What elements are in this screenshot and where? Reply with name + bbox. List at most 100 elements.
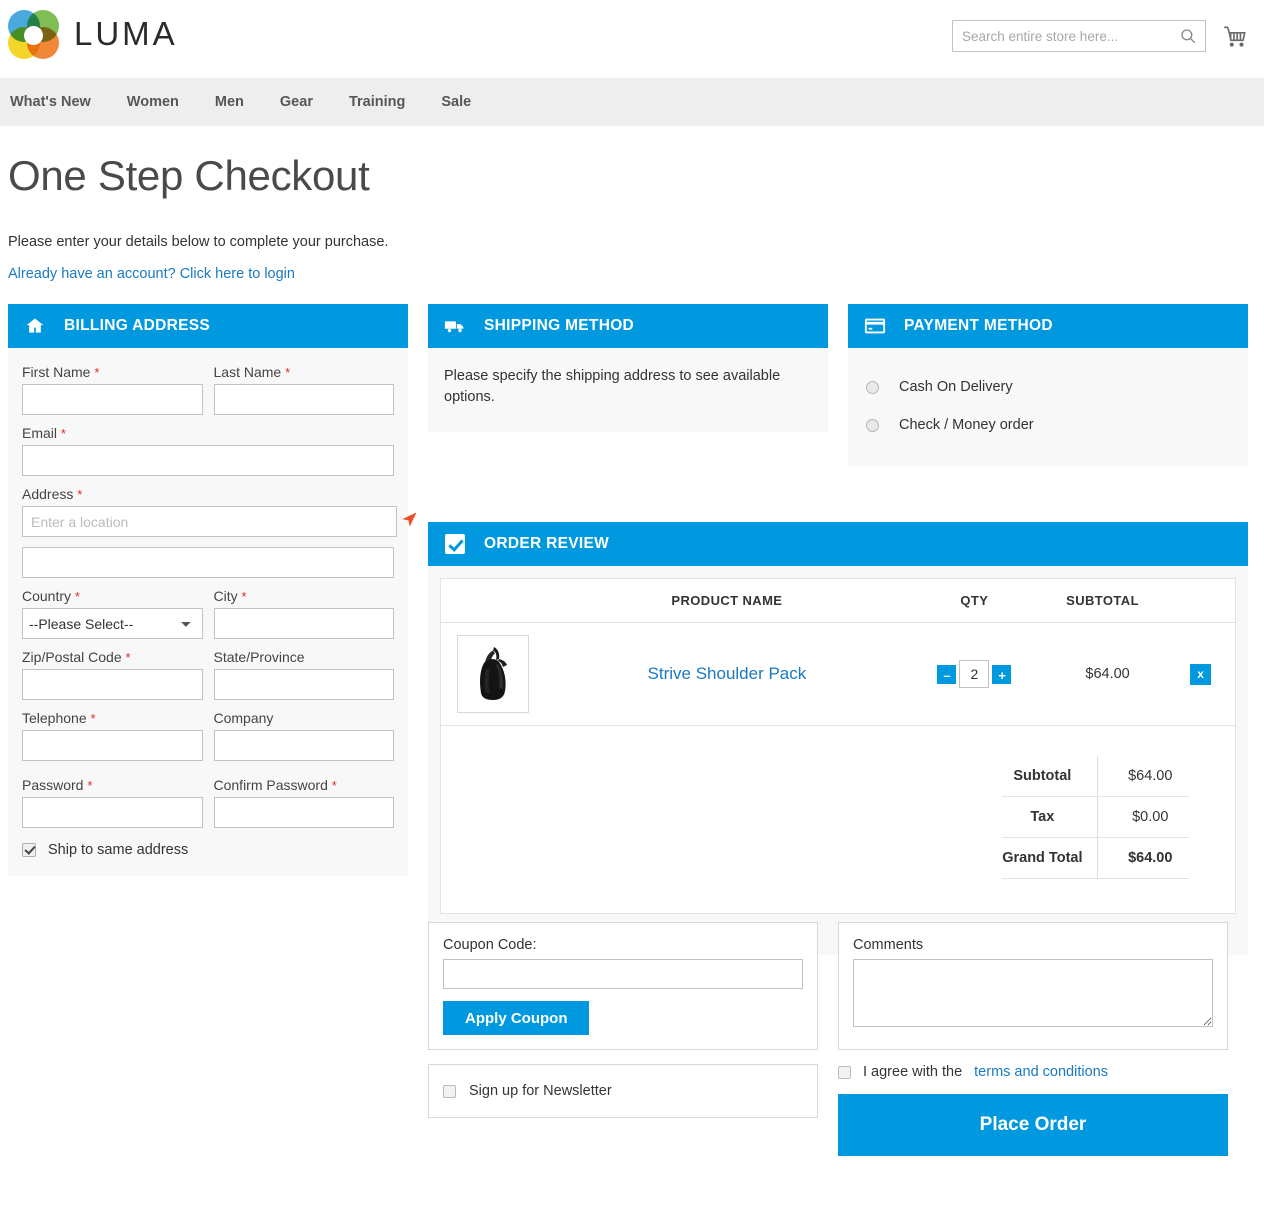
order-review-panel: ORDER REVIEW PRODUCT NAME QTY SUBTOTAL S… [428,522,1248,955]
terms-row: I agree with the terms and conditions [838,1064,1228,1080]
shipping-message: Please specify the shipping address to s… [428,348,828,433]
nav-item-training[interactable]: Training [332,78,422,126]
required-mark: * [331,778,337,793]
payment-panel-title: PAYMENT METHOD [904,317,1053,334]
credit-card-icon [864,315,886,337]
ship-to-same-address-checkbox[interactable] [22,843,36,857]
billing-panel-title: BILLING ADDRESS [64,317,211,334]
search-input[interactable] [953,21,1205,51]
cell-qty: – + [909,622,1039,726]
checkbox-icon [444,533,466,555]
address-input[interactable] [22,506,397,537]
order-review-header: ORDER REVIEW [428,522,1248,566]
payment-options: Cash On Delivery Check / Money order [848,348,1248,466]
company-input[interactable] [213,730,394,761]
totals-grand-row: Grand Total $64.00 [1002,837,1189,879]
password-label: Password * [22,777,93,793]
product-name-link[interactable]: Strive Shoulder Pack [648,664,807,683]
required-mark: * [60,426,66,441]
state-label: State/Province [213,649,305,665]
nav-item-women[interactable]: Women [110,78,196,126]
address-line2-input[interactable] [22,547,394,578]
payment-panel-header: PAYMENT METHOD [848,304,1248,348]
company-label: Company [213,710,274,726]
qty-increase-button[interactable]: + [992,664,1012,684]
required-mark: * [77,487,83,502]
email-input[interactable] [22,445,394,476]
totals-subtotal-label: Subtotal [1002,756,1098,797]
qty-decrease-button[interactable]: – [937,664,957,684]
cell-thumbnail [440,622,545,726]
product-thumbnail[interactable] [456,635,529,713]
billing-address-panel: BILLING ADDRESS First Name * Last Name *… [8,304,417,876]
payment-option-check-money-order[interactable]: Check / Money order [848,406,1248,444]
newsletter-label: Sign up for Newsletter [469,1083,612,1099]
coupon-label: Coupon Code: [443,937,537,953]
totals-tax-row: Tax $0.00 [1002,796,1189,838]
header-right [952,20,1248,52]
comments-box: Comments [838,922,1228,1050]
place-order-button[interactable]: Place Order [838,1094,1228,1156]
radio-check-money-order[interactable] [866,418,879,432]
qty-input[interactable] [959,660,990,688]
login-link[interactable]: Already have an account? Click here to l… [8,266,1264,282]
order-items-table: PRODUCT NAME QTY SUBTOTAL Strive Shoulde… [440,578,1236,914]
coupon-comments-row: Coupon Code: Apply Coupon Comments [428,922,1248,1050]
confirm-password-input[interactable] [213,797,394,828]
remove-item-button[interactable]: x [1190,663,1212,685]
nav-item-sale[interactable]: Sale [424,78,488,126]
intro-text: Please enter your details below to compl… [8,234,389,250]
required-mark: * [125,650,131,665]
totals-subtotal-row: Subtotal $64.00 [1002,756,1189,797]
search-box[interactable] [952,20,1206,52]
shipping-method-panel: SHIPPING METHOD Please specify the shipp… [428,304,828,433]
last-name-label: Last Name * [213,364,291,380]
radio-cash-on-delivery[interactable] [866,380,879,394]
checkout-footer-actions: Sign up for Newsletter I agree with the … [428,1064,1248,1156]
city-input[interactable] [213,608,394,639]
terms-and-conditions-link[interactable]: terms and conditions [974,1064,1108,1080]
table-header-row: PRODUCT NAME QTY SUBTOTAL [440,578,1236,623]
newsletter-box[interactable]: Sign up for Newsletter [428,1064,818,1118]
billing-panel-header: BILLING ADDRESS [8,304,408,348]
totals-tax-value: $0.00 [1097,796,1189,838]
first-name-input[interactable] [22,384,203,415]
state-input[interactable] [213,669,394,700]
nav-item-whats-new[interactable]: What's New [8,78,108,126]
ship-to-same-address-row[interactable]: Ship to same address [22,842,394,858]
logo[interactable]: LUMA [8,8,178,60]
location-pointer-icon[interactable] [399,509,419,529]
brand-name: LUMA [74,15,178,52]
required-mark: * [94,365,100,380]
nav-item-men[interactable]: Men [198,78,261,126]
coupon-input[interactable] [443,959,803,989]
telephone-input[interactable] [22,730,203,761]
totals-subtotal-value: $64.00 [1097,756,1189,797]
totals-grand-value: $64.00 [1097,837,1189,879]
zip-input[interactable] [22,669,203,700]
zip-label: Zip/Postal Code * [22,649,131,665]
column-action [1166,578,1236,623]
main-navigation: What's New Women Men Gear Training Sale [0,78,1264,126]
confirm-password-label: Confirm Password * [213,777,337,793]
payment-option-label: Check / Money order [899,417,1034,433]
totals-cell: Subtotal $64.00 Tax $0.00 Grand Total $6… [440,725,1236,914]
cart-icon[interactable] [1222,23,1248,49]
password-input[interactable] [22,797,203,828]
required-mark: * [87,778,93,793]
apply-coupon-button[interactable]: Apply Coupon [443,1001,590,1035]
search-icon[interactable] [1179,27,1197,45]
nav-item-gear[interactable]: Gear [263,78,330,126]
last-name-input[interactable] [213,384,394,415]
order-review-title: ORDER REVIEW [484,535,610,552]
newsletter-checkbox[interactable] [443,1084,456,1098]
totals-row: Subtotal $64.00 Tax $0.00 Grand Total $6… [440,725,1236,914]
order-review-body: PRODUCT NAME QTY SUBTOTAL Strive Shoulde… [428,566,1248,955]
column-qty: QTY [909,578,1039,623]
required-mark: * [241,589,247,604]
city-label: City * [213,588,247,604]
terms-checkbox[interactable] [838,1065,851,1079]
payment-option-cash-on-delivery[interactable]: Cash On Delivery [848,368,1248,406]
comments-textarea[interactable] [853,959,1213,1027]
country-select[interactable]: --Please Select-- [22,608,203,639]
